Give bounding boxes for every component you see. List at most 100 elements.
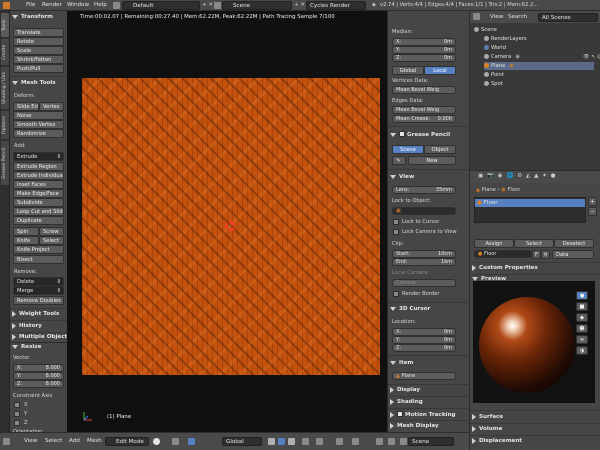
panel-weight-tools-header[interactable]: Weight Tools <box>12 310 59 319</box>
editor-type-icon[interactable] <box>3 438 10 445</box>
knife-select-button[interactable]: Select <box>39 236 64 245</box>
local-toggle[interactable]: Local <box>424 66 456 75</box>
preview-sky-icon[interactable]: ◑ <box>576 346 588 355</box>
gp-scene-toggle[interactable]: Scene <box>392 145 424 154</box>
knife-project-button[interactable]: Knife Project <box>13 245 64 254</box>
cursor-x-field[interactable]: X: 0m <box>392 328 456 336</box>
mean-bevel-vertex-field[interactable]: Mean Bevel Weig <box>392 86 456 94</box>
edge-select-icon[interactable] <box>278 438 285 445</box>
constraint-x-checkbox[interactable] <box>14 402 20 408</box>
3d-cursor-panel-header[interactable]: 3D Cursor <box>390 305 430 314</box>
remove-doubles-button[interactable]: Remove Doubles <box>13 296 64 305</box>
grease-pencil-header[interactable]: Grease Pencil <box>390 130 450 139</box>
snap-target-icon[interactable] <box>352 438 359 445</box>
add-layout-icon[interactable]: + ✕ <box>202 1 213 10</box>
make-edge-face-button[interactable]: Make Edge/Face <box>13 189 64 198</box>
mean-crease-field[interactable]: Mean Crease: 0.000 <box>392 115 456 123</box>
panel-mesh-tools-header[interactable]: Mesh Tools <box>12 79 56 88</box>
preview-cube-icon[interactable]: ◆ <box>576 313 588 322</box>
gp-object-toggle[interactable]: Object <box>424 145 456 154</box>
material-slot-row[interactable]: ● Floor <box>475 199 585 207</box>
render-layer-select[interactable]: Scene <box>408 437 454 446</box>
shrink-fatten-button[interactable]: Shrink/Fatten <box>13 55 64 64</box>
push-pull-button[interactable]: Push/Pull <box>13 64 64 73</box>
outliner-spot-row[interactable]: Spot <box>484 80 503 88</box>
vertex-select-icon[interactable] <box>268 438 275 445</box>
manipulator-icon[interactable] <box>188 438 195 445</box>
tab-tools[interactable]: Tools <box>1 13 9 37</box>
volume-header[interactable]: Volume <box>472 425 502 434</box>
screw-button[interactable]: Screw <box>39 227 64 236</box>
scene-field[interactable]: Scene <box>222 1 292 10</box>
scale-y-field[interactable]: Y: 8.000 <box>13 372 64 380</box>
view-panel-header[interactable]: View <box>390 173 414 182</box>
motion-tracking-panel-header[interactable]: Motion Tracking <box>390 410 455 419</box>
extrude-menu-button[interactable]: Extrude ⇕ <box>13 152 64 161</box>
constraint-y-checkbox[interactable] <box>14 411 20 417</box>
material-slots-list[interactable]: ● Floor <box>474 197 586 223</box>
item-name-field[interactable]: ▲ Plane <box>392 372 456 380</box>
menu-file[interactable]: File <box>26 1 35 10</box>
spin-button[interactable]: Spin <box>13 227 39 236</box>
blender-logo-icon[interactable] <box>3 2 10 9</box>
render-layer-icon[interactable] <box>400 438 407 445</box>
randomize-button[interactable]: Randomize <box>13 129 64 138</box>
tab-grease-pencil[interactable]: Grease Pencil <box>1 141 9 185</box>
link-data-select[interactable]: Data <box>552 250 594 259</box>
translate-button[interactable]: Translate <box>13 28 64 37</box>
custom-properties-header[interactable]: Custom Properties <box>472 264 538 273</box>
face-select-icon[interactable] <box>288 438 295 445</box>
occlude-geometry-icon[interactable] <box>302 438 309 445</box>
scale-x-field[interactable]: X: 8.000 <box>13 364 64 372</box>
item-panel-header[interactable]: Item <box>390 359 413 368</box>
visibility-icons[interactable]: 👁 ↖ ◎ <box>583 53 600 61</box>
extrude-region-button[interactable]: Extrude Region <box>13 162 64 171</box>
scene-icon[interactable] <box>214 2 221 9</box>
context-tab-icons[interactable]: ▣ 📷 ◉ 🌐 ⚙ ◭ ▲ ✦ ● <box>478 172 557 181</box>
proportional-edit-icon[interactable] <box>316 438 323 445</box>
outliner-point-row[interactable]: Point <box>484 71 504 79</box>
display-mode-select[interactable]: All Scenes <box>538 13 598 22</box>
merge-menu-button[interactable]: Merge ⇕ <box>13 286 64 295</box>
menu-window[interactable]: Window <box>67 1 89 10</box>
median-y-field[interactable]: Y: 0m <box>392 46 456 54</box>
subdivide-button[interactable]: Subdivide <box>13 198 64 207</box>
lens-field[interactable]: Lens: 35mm <box>392 186 456 194</box>
lock-camera-checkbox[interactable] <box>393 229 399 235</box>
delete-menu-button[interactable]: Delete ⇕ <box>13 277 64 286</box>
median-z-field[interactable]: Z: 0m <box>392 54 456 62</box>
grease-pencil-checkbox[interactable] <box>399 131 405 137</box>
outliner-search-menu[interactable]: Search <box>508 13 527 22</box>
outliner-world-row[interactable]: World <box>484 44 506 52</box>
outliner-plane-row[interactable]: Plane ◉ <box>484 62 594 70</box>
outliner-view-menu[interactable]: View <box>490 13 503 22</box>
tab-create[interactable]: Create <box>1 39 9 65</box>
clip-start-field[interactable]: Start: 10cm <box>392 250 456 258</box>
display-panel-header[interactable]: Display <box>390 386 420 395</box>
menu-help[interactable]: Help <box>94 1 107 10</box>
rotate-button[interactable]: Rotate <box>13 37 64 46</box>
menu-render[interactable]: Render <box>42 1 62 10</box>
render-engine-select[interactable]: Cycles Render <box>306 1 366 10</box>
3d-viewport[interactable]: Time:00:02.07 | Remaining:00:27.40 | Mem… <box>67 11 387 432</box>
surface-header[interactable]: Surface <box>472 413 503 422</box>
median-x-field[interactable]: X: 0m <box>392 38 456 46</box>
mode-select[interactable]: Edit Mode <box>105 437 149 446</box>
menu-view[interactable]: View <box>24 437 37 446</box>
preview-monkey-icon[interactable]: ☻ <box>576 324 588 333</box>
constraint-z-checkbox[interactable] <box>14 420 20 426</box>
viewport-shading-icon[interactable] <box>153 438 160 445</box>
duplicate-button[interactable]: Duplicate <box>13 216 64 225</box>
deselect-button[interactable]: Deselect <box>554 239 594 248</box>
shading-panel-header[interactable]: Shading <box>390 398 423 407</box>
local-camera-field[interactable]: Camera <box>392 279 456 287</box>
slide-vertex-button[interactable]: Vertex <box>39 102 64 111</box>
mean-bevel-edge-field[interactable]: Mean Bevel Weig <box>392 106 456 114</box>
screen-layout-field[interactable]: Default <box>122 1 200 10</box>
panel-transform-header[interactable]: Transform <box>12 13 53 22</box>
remove-slot-button[interactable]: − <box>588 207 597 216</box>
snap-icon[interactable] <box>336 438 343 445</box>
transform-orientation-select[interactable]: Global <box>222 437 262 446</box>
lock-cursor-checkbox[interactable] <box>393 219 399 225</box>
resize-panel-header[interactable]: Resize <box>12 343 41 352</box>
